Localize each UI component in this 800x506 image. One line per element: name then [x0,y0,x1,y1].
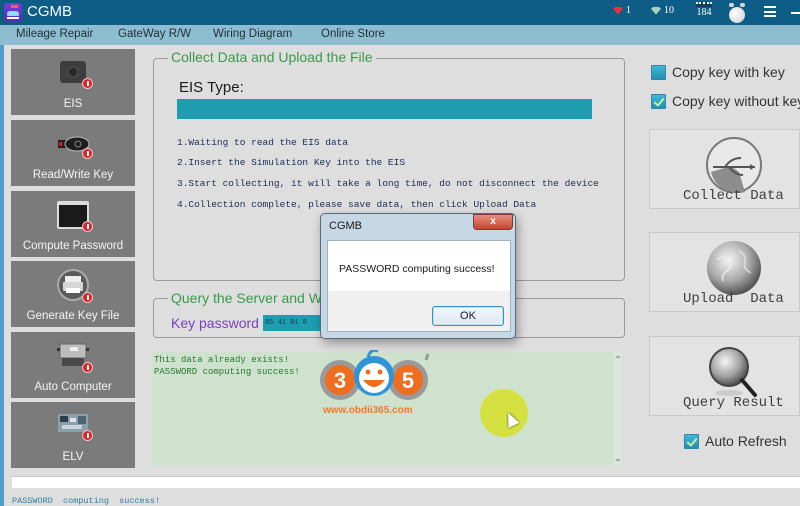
instruction-step-2: 2.Insert the Simulation Key into the EIS [177,157,406,168]
usage-count: 184 [696,7,712,18]
left-accent-rail [0,45,4,506]
collect-data-button[interactable]: Collect Data [649,129,800,209]
sidebar-item-elv[interactable]: ELV [11,402,135,468]
title-bar: CGMB 1 10 184 [0,0,800,25]
minimize-icon[interactable] [791,12,800,14]
app-title: CGMB [27,3,72,20]
eis-type-field [177,99,592,119]
watermark-url: www.obdii365.com [323,405,413,416]
eis-type-label: EIS Type: [179,79,244,96]
sidebar-item-compute-password[interactable]: Compute Password [11,191,135,257]
dialog-body: PASSWORD computing success! OK [327,240,511,332]
dialog-close-button[interactable]: x [473,214,513,230]
sidebar-item-label: Read/Write Key [32,169,114,181]
scroll-down-icon[interactable] [615,459,621,462]
sidebar-item-read-write-key[interactable]: Read/Write Key [11,120,135,186]
checkbox-label: Auto Refresh [705,433,787,449]
menu-online-store[interactable]: Online Store [321,28,385,40]
warning-badge-icon [82,430,93,441]
red-gem-counter: 1 [613,5,631,16]
sidebar-item-label: EIS [63,98,83,110]
key-password-field[interactable]: 85 41 B1 8 [263,315,327,331]
message-dialog: CGMB x PASSWORD computing success! OK [320,213,516,339]
checkbox-checked-icon[interactable] [684,433,699,449]
checkbox-label: Copy key with key [672,64,785,80]
dialog-title: CGMB [329,220,362,232]
stopwatch-icon[interactable] [729,3,745,23]
watermark-digit: 5 [402,368,414,393]
upload-data-button[interactable]: Upload Data [649,232,800,312]
menu-wiring-diagram[interactable]: Wiring Diagram [213,28,292,40]
copy-key-without-key-checkbox[interactable]: Copy key without key [651,93,800,109]
scroll-up-icon[interactable] [615,355,621,358]
dialog-message: PASSWORD computing success! [339,263,495,275]
sidebar-item-eis[interactable]: EIS [11,49,135,115]
warning-badge-icon [82,148,93,159]
query-result-label: Query Result [683,395,784,411]
sidebar-item-label: Auto Computer [34,381,112,393]
query-server-group-title: Query the Server and W [168,290,325,306]
status-message: PASSWORD computing success! [12,496,160,506]
instruction-step-3: 3.Start collecting, it will take a long … [177,178,599,189]
green-gem-counter: 10 [651,5,674,16]
menu-gateway-rw[interactable]: GateWay R/W [118,28,191,40]
instruction-step-4: 4.Collection complete, please save data,… [177,199,537,210]
usb-icon [706,137,762,194]
copy-key-with-key-checkbox[interactable]: Copy key with key [651,64,785,80]
checkbox-label: Copy key without key [672,93,800,109]
log-line: This data already exists! [154,355,290,365]
checkbox-unchecked-icon[interactable] [651,64,666,80]
sidebar-item-label: Compute Password [22,240,124,252]
checkbox-checked-icon[interactable] [651,93,666,109]
close-icon: x [490,216,496,227]
warning-badge-icon [82,221,93,232]
green-gem-icon [651,6,661,15]
warning-badge-icon [82,362,93,373]
sidebar-item-label: ELV [62,451,84,463]
dialog-ok-button[interactable]: OK [432,306,504,326]
log-scrollbar[interactable] [614,352,622,465]
collect-data-label: Collect Data [683,188,784,204]
menu-mileage-repair[interactable]: Mileage Repair [16,28,93,40]
red-gem-count: 1 [626,5,631,16]
key-password-label: Key password [171,315,259,331]
warning-badge-icon [82,292,93,303]
app-logo-icon [4,3,22,22]
watermark-digit: 3 [334,368,346,393]
instruction-step-1: 1.Waiting to read the EIS data [177,137,349,148]
usage-counter: 184 [693,2,715,18]
warning-badge-icon [82,78,93,89]
globe-icon [707,241,761,295]
menu-bar: Mileage Repair GateWay R/W Wiring Diagra… [0,25,800,45]
magnifier-globe-icon [709,347,757,397]
sidebar-item-generate-key-file[interactable]: Generate Key File [11,261,135,327]
upload-data-label: Upload Data [683,291,784,307]
status-input[interactable] [12,476,800,488]
sidebar-item-auto-computer[interactable]: Auto Computer [11,332,135,398]
log-line: PASSWORD computing success! [154,367,300,377]
query-result-button[interactable]: Query Result [649,336,800,416]
sidebar-item-label: Generate Key File [26,310,120,322]
green-gem-count: 10 [664,5,674,16]
menu-icon[interactable] [764,6,776,17]
collect-data-group-title: Collect Data and Upload the File [168,49,376,65]
cursor-highlight [480,389,528,437]
red-gem-icon [613,6,623,15]
auto-refresh-checkbox[interactable]: Auto Refresh [684,433,787,449]
